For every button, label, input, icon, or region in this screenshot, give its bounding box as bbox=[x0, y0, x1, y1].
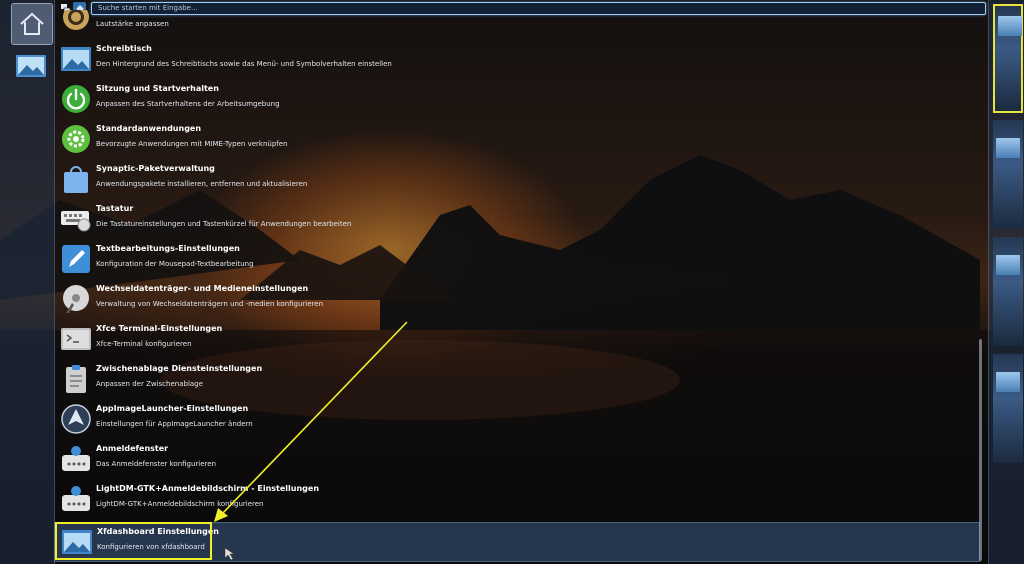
quicklaunch-bar bbox=[0, 0, 55, 564]
home-icon bbox=[20, 12, 44, 35]
item-title: Textbearbeitungs-Einstellungen bbox=[96, 244, 240, 253]
list-item-tastatur[interactable]: Tastatur Die Tastatureinstellungen und T… bbox=[54, 200, 978, 238]
workspace-4[interactable] bbox=[993, 354, 1023, 463]
item-title: Anmeldefenster bbox=[96, 444, 169, 453]
list-item-appimagelauncher[interactable]: AppImageLauncher-Einstellungen Einstellu… bbox=[54, 400, 978, 438]
window-thumbnail bbox=[998, 16, 1022, 36]
workspace-pager bbox=[988, 0, 1024, 564]
appimage-icon bbox=[61, 404, 91, 434]
item-title: LightDM-GTK+Anmeldebildschirm - Einstell… bbox=[96, 484, 320, 493]
volume-icon bbox=[63, 10, 89, 30]
desktop-icon bbox=[61, 47, 91, 71]
list-item-lightdm[interactable]: LightDM-GTK+Anmeldebildschirm - Einstell… bbox=[54, 480, 978, 518]
list-item-xfce-terminal[interactable]: Xfce Terminal-Einstellungen Xfce-Termina… bbox=[54, 320, 978, 358]
item-title: AppImageLauncher-Einstellungen bbox=[96, 404, 249, 413]
item-description: Anwendungspakete installieren, entfernen… bbox=[96, 180, 308, 188]
item-title: Sitzung und Startverhalten bbox=[96, 84, 219, 93]
item-description: Das Anmeldefenster konfigurieren bbox=[96, 460, 217, 468]
workspace-2[interactable] bbox=[993, 120, 1023, 229]
item-description: LightDM-GTK+Anmeldebildschirm konfigurie… bbox=[96, 500, 264, 508]
login-icon bbox=[62, 446, 90, 471]
annotation-highlight-box bbox=[55, 522, 212, 560]
item-title: Wechseldatenträger- und Medieneinstellun… bbox=[96, 284, 309, 293]
window-thumbnail bbox=[996, 255, 1020, 275]
removable-media-icon bbox=[63, 285, 89, 313]
item-title: Zwischenablage Diensteinstellungen bbox=[96, 364, 263, 373]
applications-list: Lautstärke anpassen Schreibtisch Den Hin… bbox=[54, 10, 980, 564]
list-scrollbar[interactable] bbox=[979, 17, 983, 562]
text-editor-icon bbox=[62, 245, 90, 273]
item-description: Konfiguration der Mousepad-Textbearbeitu… bbox=[96, 260, 254, 268]
list-item-textbearbeitung[interactable]: Textbearbeitungs-Einstellungen Konfigura… bbox=[54, 240, 978, 278]
window-thumbnail bbox=[996, 138, 1020, 158]
list-item-schreibtisch[interactable]: Schreibtisch Den Hintergrund des Schreib… bbox=[54, 40, 978, 78]
item-description: Anpassen des Startverhaltens der Arbeits… bbox=[96, 100, 280, 108]
clipboard-icon bbox=[66, 365, 86, 393]
item-description: Lautstärke anpassen bbox=[96, 20, 169, 28]
item-description: Einstellungen für AppImageLauncher änder… bbox=[96, 420, 253, 428]
workspace-3[interactable] bbox=[993, 237, 1023, 346]
gear-icon bbox=[62, 125, 90, 153]
list-item-anmeldefenster[interactable]: Anmeldefenster Das Anmeldefenster konfig… bbox=[54, 440, 978, 478]
workspace-1[interactable] bbox=[993, 4, 1023, 113]
list-item-synaptic[interactable]: Synaptic-Paketverwaltung Anwendungspaket… bbox=[54, 160, 978, 198]
keyboard-icon bbox=[61, 211, 91, 232]
item-title: Synaptic-Paketverwaltung bbox=[96, 164, 215, 173]
power-icon bbox=[62, 85, 90, 113]
item-title: Tastatur bbox=[96, 204, 134, 213]
item-description: Verwaltung von Wechseldatenträgern und -… bbox=[96, 300, 324, 308]
login-icon bbox=[62, 486, 90, 511]
package-bag-icon bbox=[64, 166, 88, 193]
item-title: Schreibtisch bbox=[96, 44, 152, 53]
list-item-volume[interactable]: Lautstärke anpassen bbox=[54, 10, 978, 38]
item-description: Xfce-Terminal konfigurieren bbox=[96, 340, 192, 348]
scrollbar-thumb[interactable] bbox=[979, 339, 982, 561]
list-item-zwischenablage[interactable]: Zwischenablage Diensteinstellungen Anpas… bbox=[54, 360, 978, 398]
quicklaunch-app-button[interactable] bbox=[11, 46, 51, 86]
desktop-settings-icon bbox=[16, 55, 46, 77]
item-description: Anpassen der Zwischenablage bbox=[96, 380, 203, 388]
item-description: Die Tastatureinstellungen und Tastenkürz… bbox=[96, 220, 352, 228]
item-description: Den Hintergrund des Schreibtischs sowie … bbox=[96, 60, 392, 68]
list-item-sitzung[interactable]: Sitzung und Startverhalten Anpassen des … bbox=[54, 80, 978, 118]
terminal-icon bbox=[61, 328, 91, 350]
item-title: Xfce Terminal-Einstellungen bbox=[96, 324, 223, 333]
list-item-standardanwendungen[interactable]: Standardanwendungen Bevorzugte Anwendung… bbox=[54, 120, 978, 158]
list-item-wechseldatentraeger[interactable]: Wechseldatenträger- und Medieneinstellun… bbox=[54, 280, 978, 318]
home-button[interactable] bbox=[11, 3, 53, 45]
item-description: Bevorzugte Anwendungen mit MIME-Typen ve… bbox=[96, 140, 288, 148]
window-thumbnail bbox=[996, 372, 1020, 392]
item-title: Standardanwendungen bbox=[96, 124, 202, 133]
